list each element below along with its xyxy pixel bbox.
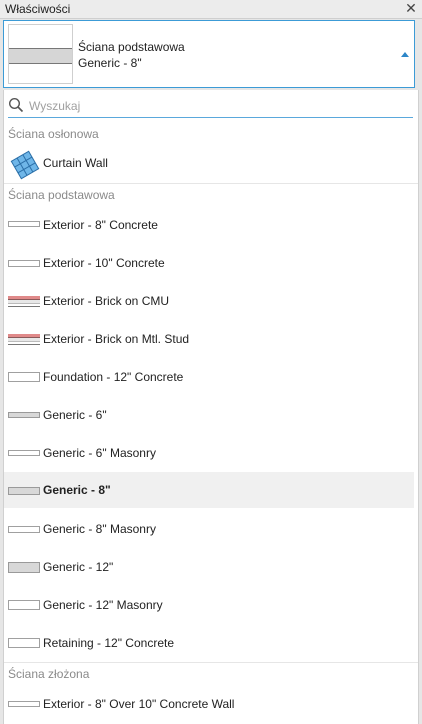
curtain-wall-icon: [10, 150, 40, 180]
search-input[interactable]: [29, 98, 399, 114]
wall-thin-icon: [8, 526, 40, 533]
list-item-label: Generic - 6" Masonry: [43, 446, 156, 460]
list-item-label: Foundation - 12" Concrete: [43, 370, 184, 384]
list-item-generic-8[interactable]: Generic - 8": [4, 472, 414, 508]
type-preview-thumbnail: [8, 24, 73, 84]
window-title: Właściwości: [5, 2, 71, 16]
list-item-exterior-brick-mtl-stud[interactable]: Exterior - Brick on Mtl. Stud: [4, 320, 418, 358]
list-item-label: Generic - 8": [43, 483, 111, 497]
wall-thin-icon: [8, 221, 40, 227]
search-box: [8, 95, 413, 118]
list-item-label: Generic - 12": [43, 560, 114, 574]
list-item-exterior-10-concrete[interactable]: Exterior - 10" Concrete: [4, 244, 418, 282]
list-item-label: Generic - 6": [43, 408, 107, 422]
wall-thick-icon: [8, 372, 40, 382]
list-item-generic-6[interactable]: Generic - 6": [4, 396, 418, 434]
group-header-stacked-wall: Ściana złożona: [8, 667, 90, 681]
list-item-exterior-8-over-10-concrete[interactable]: Exterior - 8" Over 10" Concrete Wall: [4, 685, 418, 723]
wall-brick-icon: [8, 296, 40, 307]
type-name-label: Generic - 8": [78, 56, 142, 70]
type-dropdown-list: Ściana osłonowa Curtain Wall Ściana pods…: [3, 90, 419, 724]
wall-gray-icon: [8, 562, 40, 573]
list-item-label: Exterior - 8" Concrete: [43, 218, 158, 232]
wall-gray-icon: [8, 412, 40, 418]
list-item-retaining-12-concrete[interactable]: Retaining - 12" Concrete: [4, 624, 418, 662]
wall-thin-icon: [8, 701, 40, 707]
list-item-label: Exterior - 10" Concrete: [43, 256, 165, 270]
list-item-label: Retaining - 12" Concrete: [43, 636, 174, 650]
list-item-label: Exterior - Brick on Mtl. Stud: [43, 332, 190, 346]
wall-thick-icon: [8, 638, 40, 648]
list-item-generic-8-masonry[interactable]: Generic - 8" Masonry: [4, 510, 418, 548]
wall-gray-icon: [8, 487, 40, 495]
list-item-label: Generic - 8" Masonry: [43, 522, 156, 536]
list-item-label: Exterior - Brick on CMU: [43, 294, 170, 308]
list-item-generic-12-masonry[interactable]: Generic - 12" Masonry: [4, 586, 418, 624]
list-item-exterior-brick-cmu[interactable]: Exterior - Brick on CMU: [4, 282, 418, 320]
wall-thick-icon: [8, 600, 40, 610]
properties-titlebar: Właściwości ✕: [0, 0, 422, 19]
list-item-generic-6-masonry[interactable]: Generic - 6" Masonry: [4, 434, 418, 472]
group-header-curtain-wall: Ściana osłonowa: [8, 127, 99, 141]
type-family-label: Ściana podstawowa: [78, 40, 185, 54]
list-item-label: Curtain Wall: [43, 156, 108, 170]
list-item-exterior-8-concrete[interactable]: Exterior - 8" Concrete: [4, 206, 418, 244]
list-item-curtain-wall[interactable]: Curtain Wall: [4, 144, 418, 182]
dropdown-arrow-icon[interactable]: [401, 52, 409, 57]
wall-thin-icon: [8, 260, 40, 267]
close-icon[interactable]: ✕: [404, 0, 418, 16]
group-header-basic-wall: Ściana podstawowa: [8, 188, 115, 202]
list-item-label: Exterior - 8" Over 10" Concrete Wall: [43, 697, 235, 711]
wall-brick-icon: [8, 334, 40, 345]
list-item-foundation-12-concrete[interactable]: Foundation - 12" Concrete: [4, 358, 418, 396]
type-selector[interactable]: Ściana podstawowa Generic - 8": [3, 20, 415, 88]
search-icon: [8, 97, 24, 113]
wall-thin-icon: [8, 450, 40, 456]
list-item-generic-12[interactable]: Generic - 12": [4, 548, 418, 586]
list-item-label: Generic - 12" Masonry: [43, 598, 163, 612]
